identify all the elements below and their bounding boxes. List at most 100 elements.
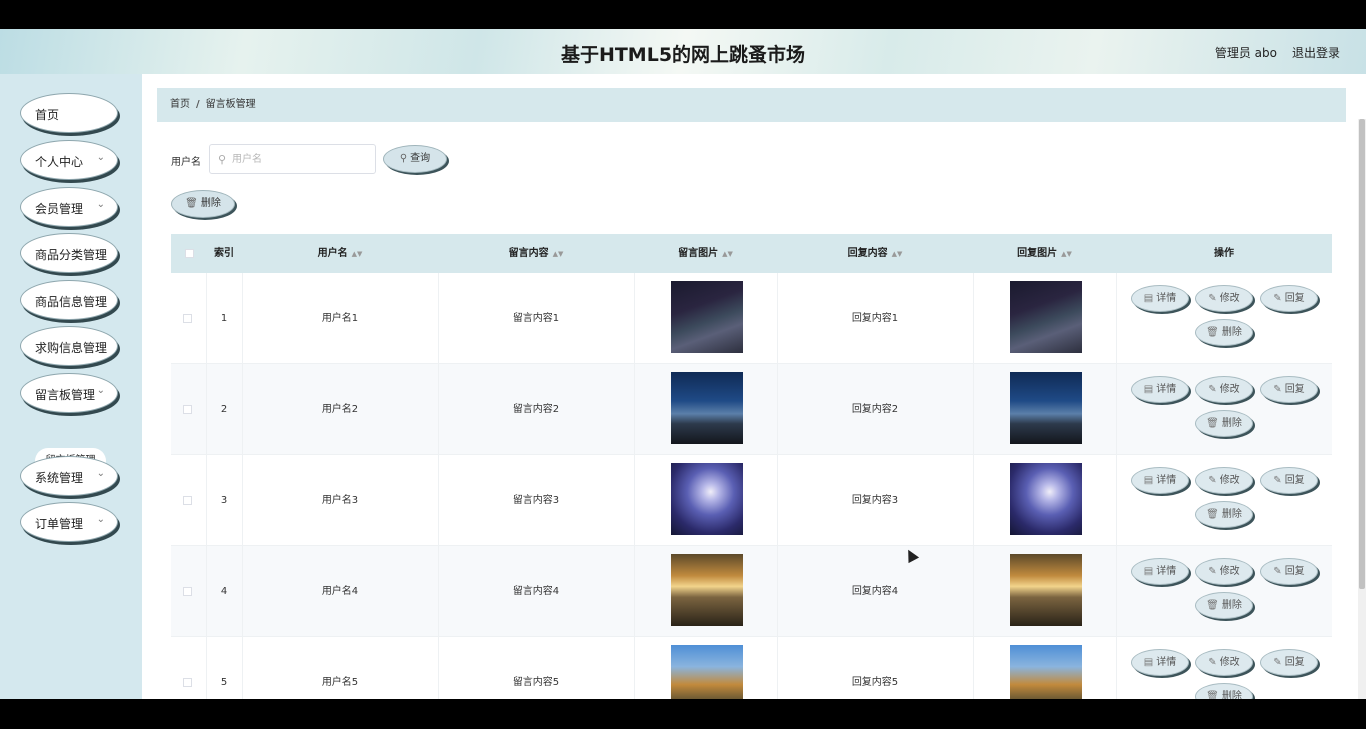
sidebar-item-orders[interactable]: 订单管理 ⌄ xyxy=(20,502,118,542)
search-label: 用户名 xyxy=(171,157,201,168)
column-divider xyxy=(634,546,635,637)
search-input[interactable] xyxy=(232,151,367,167)
detail-button[interactable]: ▤ 详情 xyxy=(1131,649,1189,676)
detail-button[interactable]: ▤ 详情 xyxy=(1131,558,1189,585)
header-content[interactable]: 留言内容 ▲▼ xyxy=(438,234,634,273)
detail-button-label: 详情 xyxy=(1156,384,1177,395)
sidebar-item-label: 系统管理 xyxy=(35,471,84,485)
row-delete-button[interactable]: 🗑 删除 xyxy=(1195,319,1253,346)
sidebar-item-system[interactable]: 系统管理 ⌄ xyxy=(20,456,118,496)
row-checkbox[interactable] xyxy=(183,405,192,414)
chevron-down-icon: ⌄ xyxy=(96,199,105,210)
sidebar-item-products[interactable]: 商品信息管理 xyxy=(20,280,118,320)
row-delete-button[interactable]: 🗑 删除 xyxy=(1195,410,1253,437)
header-reply-image[interactable]: 回复图片 ▲▼ xyxy=(973,234,1116,273)
cell-index: 3 xyxy=(220,495,228,506)
select-all-checkbox[interactable] xyxy=(185,249,194,258)
edit-button[interactable]: ✎ 修改 xyxy=(1195,649,1253,676)
column-divider xyxy=(973,273,974,364)
edit-button[interactable]: ✎ 修改 xyxy=(1195,285,1253,312)
reply-button[interactable]: ✎ 回复 xyxy=(1260,649,1318,676)
document-icon: ▤ xyxy=(1143,475,1154,486)
edit-button-label: 修改 xyxy=(1219,384,1240,395)
detail-button-label: 详情 xyxy=(1156,566,1177,577)
breadcrumb-current: 留言板管理 xyxy=(205,99,256,110)
search-field[interactable]: ⚲ xyxy=(209,144,376,174)
row-delete-button[interactable]: 🗑 删除 xyxy=(1195,592,1253,619)
sort-icon[interactable]: ▲▼ xyxy=(553,250,564,258)
row-checkbox[interactable] xyxy=(183,496,192,505)
detail-button[interactable]: ▤ 详情 xyxy=(1131,376,1189,403)
sort-icon[interactable]: ▲▼ xyxy=(352,250,363,258)
query-button[interactable]: ⚲ 查询 xyxy=(383,145,447,173)
column-divider xyxy=(634,364,635,455)
trash-icon: 🗑 xyxy=(1206,327,1219,338)
cell-content: 留言内容3 xyxy=(512,495,560,506)
detail-button[interactable]: ▤ 详情 xyxy=(1131,285,1189,312)
row-delete-button-label: 删除 xyxy=(1221,600,1242,611)
sidebar-item-home[interactable]: 首页 xyxy=(20,93,118,133)
edit-icon: ✎ xyxy=(1208,566,1217,577)
reply-image[interactable] xyxy=(1010,463,1082,535)
cell-username: 用户名1 xyxy=(321,313,359,324)
message-image[interactable] xyxy=(671,645,743,699)
logout-link[interactable]: 退出登录 xyxy=(1292,44,1340,61)
table-row: 4 用户名4 留言内容4 回复内容4 ▤ 详情 ✎ 修改 ✎ 回复 🗑 删除 xyxy=(171,546,1332,637)
sidebar-item-profile[interactable]: 个人中心 ⌄ xyxy=(20,140,118,180)
reply-button[interactable]: ✎ 回复 xyxy=(1260,467,1318,494)
chevron-down-icon: ⌄ xyxy=(96,385,105,396)
reply-button[interactable]: ✎ 回复 xyxy=(1260,285,1318,312)
row-delete-button-label: 删除 xyxy=(1221,509,1242,520)
sidebar-item-members[interactable]: 会员管理 ⌄ xyxy=(20,187,118,227)
row-delete-button[interactable]: 🗑 删除 xyxy=(1195,501,1253,528)
message-image[interactable] xyxy=(671,372,743,444)
column-divider xyxy=(1116,546,1117,637)
reply-image[interactable] xyxy=(1010,554,1082,626)
cell-content: 留言内容5 xyxy=(512,677,560,688)
trash-icon: 🗑 xyxy=(1206,509,1219,520)
trash-icon: 🗑 xyxy=(1206,600,1219,611)
edit-button[interactable]: ✎ 修改 xyxy=(1195,376,1253,403)
reply-button-label: 回复 xyxy=(1284,475,1305,486)
row-checkbox[interactable] xyxy=(183,314,192,323)
reply-image[interactable] xyxy=(1010,372,1082,444)
breadcrumb-home[interactable]: 首页 xyxy=(170,99,190,110)
sort-icon[interactable]: ▲▼ xyxy=(1061,250,1072,258)
row-checkbox[interactable] xyxy=(183,678,192,687)
query-button-label: 查询 xyxy=(410,153,431,164)
cell-index: 4 xyxy=(220,586,228,597)
row-checkbox[interactable] xyxy=(183,587,192,596)
message-image[interactable] xyxy=(671,281,743,353)
cell-reply: 回复内容2 xyxy=(851,404,899,415)
sort-icon[interactable]: ▲▼ xyxy=(892,250,903,258)
column-divider xyxy=(973,455,974,546)
reply-button[interactable]: ✎ 回复 xyxy=(1260,558,1318,585)
sidebar-item-messageboard[interactable]: 留言板管理 ⌄ xyxy=(20,373,118,413)
scrollbar[interactable] xyxy=(1358,119,1366,699)
reply-button[interactable]: ✎ 回复 xyxy=(1260,376,1318,403)
message-image[interactable] xyxy=(671,554,743,626)
header-image[interactable]: 留言图片 ▲▼ xyxy=(634,234,777,273)
scrollbar-thumb[interactable] xyxy=(1359,119,1365,589)
trash-icon: 🗑 xyxy=(1206,418,1219,429)
sidebar-item-wanted[interactable]: 求购信息管理 xyxy=(20,326,118,366)
header-username[interactable]: 用户名 ▲▼ xyxy=(242,234,438,273)
message-image[interactable] xyxy=(671,463,743,535)
edit-button[interactable]: ✎ 修改 xyxy=(1195,558,1253,585)
edit-button[interactable]: ✎ 修改 xyxy=(1195,467,1253,494)
detail-button[interactable]: ▤ 详情 xyxy=(1131,467,1189,494)
header-reply[interactable]: 回复内容 ▲▼ xyxy=(777,234,973,273)
sort-icon[interactable]: ▲▼ xyxy=(722,250,733,258)
sidebar-item-label: 求购信息管理 xyxy=(35,341,108,355)
cell-index: 5 xyxy=(220,677,228,688)
row-delete-button-label: 删除 xyxy=(1221,418,1242,429)
row-delete-button[interactable]: 🗑 删除 xyxy=(1195,683,1253,699)
batch-delete-button[interactable]: 🗑 删除 xyxy=(171,190,235,218)
reply-image[interactable] xyxy=(1010,645,1082,699)
reply-image[interactable] xyxy=(1010,281,1082,353)
detail-button-label: 详情 xyxy=(1156,657,1177,668)
document-icon: ▤ xyxy=(1143,566,1154,577)
edit-button-label: 修改 xyxy=(1219,475,1240,486)
column-divider xyxy=(973,546,974,637)
sidebar-item-categories[interactable]: 商品分类管理 xyxy=(20,233,118,273)
